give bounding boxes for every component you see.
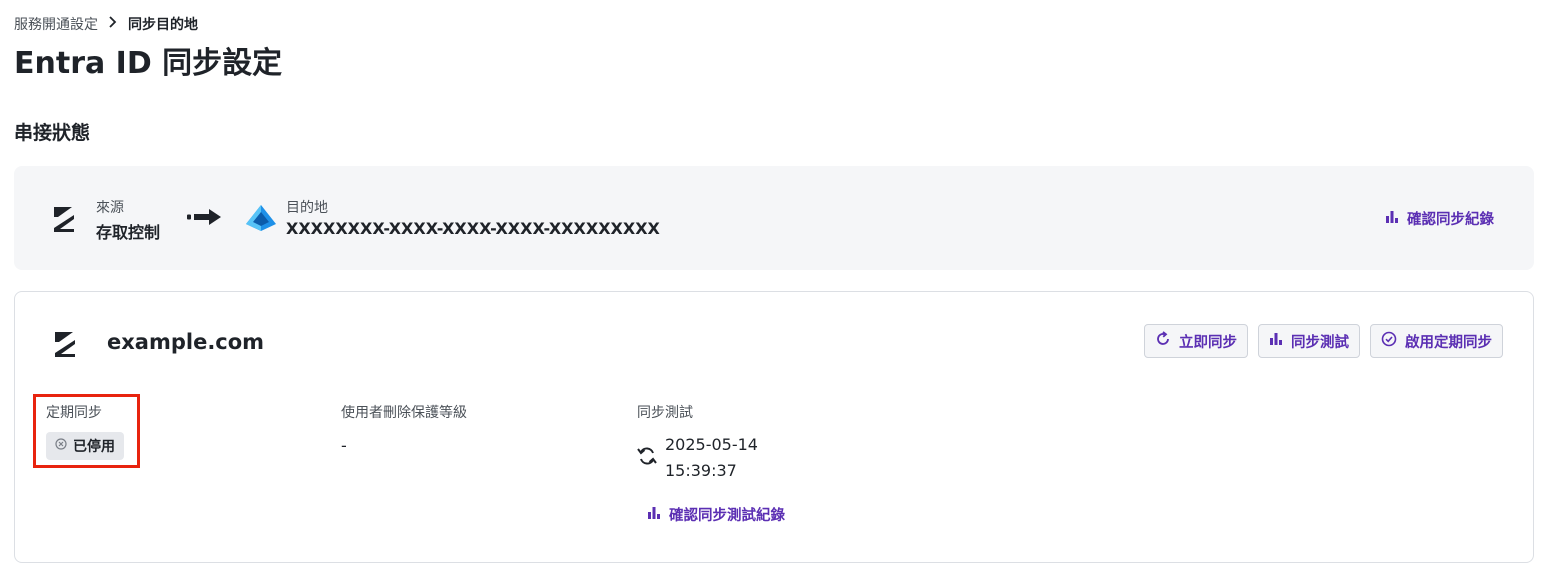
sync-test-button[interactable]: 同步測試 [1258,324,1360,358]
bar-chart-icon [1385,210,1399,228]
delete-protection-field: 使用者刪除保護等級 - [341,402,467,455]
access-control-logo-icon [52,203,76,233]
delete-protection-label: 使用者刪除保護等級 [341,405,467,421]
source-label: 來源 [96,200,124,216]
status-badge: 已停用 [46,432,124,460]
enable-scheduled-sync-label: 啟用定期同步 [1405,334,1492,351]
check-circle-icon [1381,331,1397,351]
access-control-logo-icon [53,328,77,358]
refresh-icon [1155,331,1171,351]
arrow-right-icon [187,207,223,231]
sync-test-datetime: 2025-05-14 15:39:37 [665,432,758,484]
connection-status-title: 串接狀態 [14,122,91,144]
sync-test-time: 15:39:37 [665,461,737,480]
sync-test-field: 同步測試 2025-05-14 15:39:37 [637,402,758,484]
domain-name: example.com [107,330,265,354]
breadcrumb-parent-link[interactable]: 服務開通設定 [14,14,98,34]
sync-test-label: 同步測試 [1291,334,1349,351]
view-sync-test-log-link[interactable]: 確認同步測試紀錄 [647,504,785,525]
azure-entra-logo-icon [245,204,277,236]
view-sync-log-link[interactable]: 確認同步紀錄 [1385,208,1494,229]
enable-scheduled-sync-button[interactable]: 啟用定期同步 [1370,324,1503,358]
x-circle-icon [55,438,67,454]
source-info: 來源 存取控制 [96,197,160,243]
sync-arrows-icon [637,445,657,471]
status-badge-label: 已停用 [73,439,115,455]
chevron-right-icon [108,16,118,32]
sync-test-timestamp: 2025-05-14 15:39:37 [637,432,758,484]
scheduled-sync-field: 定期同步 已停用 [46,402,124,460]
destination-value: XXXXXXXX-XXXX-XXXX-XXXX-XXXXXXXXX [286,219,660,238]
sync-now-button[interactable]: 立即同步 [1144,324,1248,358]
bar-chart-icon [647,506,661,524]
destination-label: 目的地 [286,200,328,216]
sync-test-date: 2025-05-14 [665,435,758,454]
domain-actions: 立即同步 同步測試 啟用定期同步 [1144,324,1503,358]
source-value: 存取控制 [96,223,161,242]
breadcrumb: 服務開通設定 同步目的地 [14,14,198,34]
sync-now-label: 立即同步 [1179,334,1237,351]
view-sync-test-log-label: 確認同步測試紀錄 [669,508,785,524]
page: 服務開通設定 同步目的地 Entra ID 同步設定 串接狀態 來源 存取控制 [0,0,1545,575]
view-sync-log-label: 確認同步紀錄 [1407,212,1494,228]
page-title: Entra ID 同步設定 [14,46,283,81]
breadcrumb-current: 同步目的地 [128,17,198,33]
connection-panel: 來源 存取控制 目的地 XXXXXXXX-XXXX-XXXX-XXXX-XXXX… [14,166,1534,270]
bar-chart-icon [1269,332,1283,350]
scheduled-sync-label: 定期同步 [46,405,102,421]
destination-info: 目的地 XXXXXXXX-XXXX-XXXX-XXXX-XXXXXXXXX [286,197,660,238]
sync-test-field-label: 同步測試 [637,405,693,421]
domain-card: example.com 立即同步 同步測試 啟用定期同步 定期同步 已停用 使用… [14,291,1534,563]
delete-protection-value: - [341,436,347,455]
